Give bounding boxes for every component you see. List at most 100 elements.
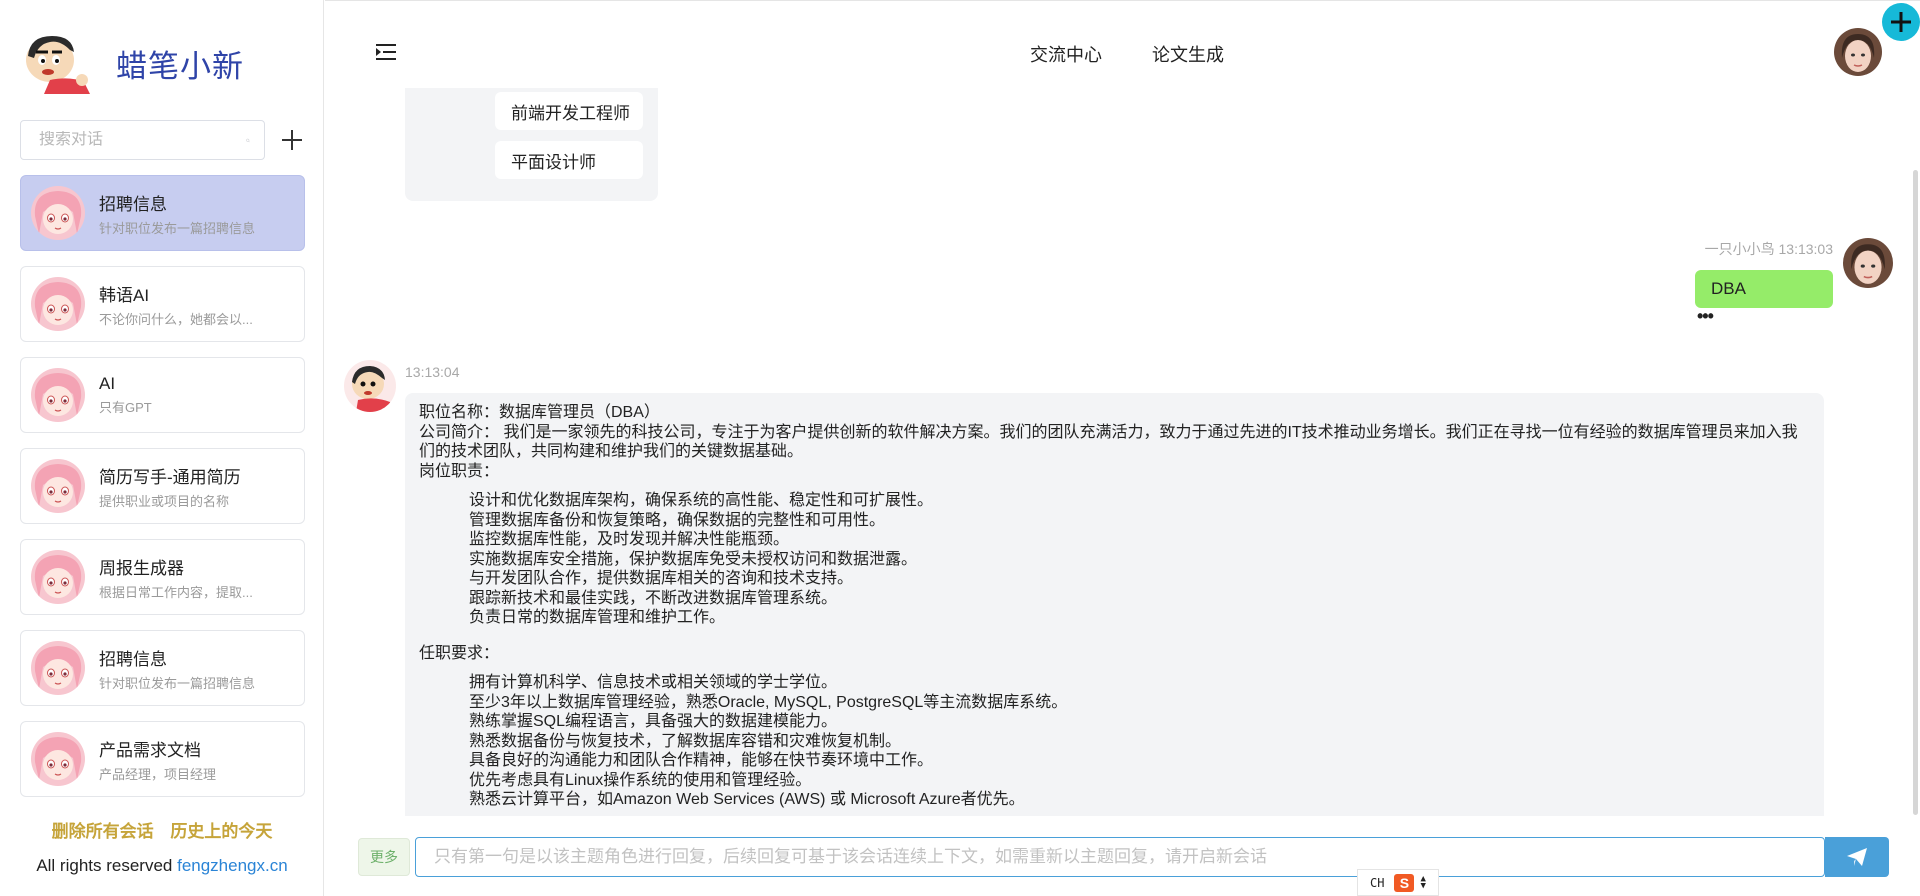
floating-add-button[interactable] [1882, 3, 1920, 41]
user-message-meta: 一只小小鸟 13:13:03 [1705, 239, 1833, 259]
requirement-item: 至少3年以上数据库管理经验，熟悉Oracle, MySQL, PostgreSQ… [469, 693, 1068, 711]
chat-text: 周报生成器 根据日常工作内容，提取... [99, 554, 253, 601]
nav-paper-generation[interactable]: 论文生成 [1152, 41, 1224, 67]
header: 交流中心 论文生成 [325, 0, 1920, 88]
plus-icon [282, 130, 302, 150]
brand-name: 蜡笔小新 [116, 48, 244, 84]
duties-list: 设计和优化数据库架构，确保系统的高性能、稳定性和可扩展性。 管理数据库备份和恢复策… [419, 491, 1810, 628]
requirement-item: 拥有计算机科学、信息技术或相关领域的学士学位。 [469, 674, 838, 691]
ime-arrows-icon[interactable]: ▲ ▼ [1420, 874, 1425, 890]
chat-area: 前端开发工程师 平面设计师 一只小小鸟 13:13:03 DBA ••• 13:… [325, 88, 1915, 816]
requirement-item: 优先考虑具有Linux操作系统的使用和管理经验。 [469, 771, 812, 789]
chat-list-item[interactable]: 简历写手-通用简历 提供职业或项目的名称 [20, 448, 305, 524]
paper-plane-icon [1847, 848, 1867, 866]
message-input[interactable] [415, 837, 1825, 877]
option-suggestions: 前端开发工程师 平面设计师 [405, 88, 658, 201]
brand[interactable]: 蜡笔小新 [20, 28, 244, 98]
user-avatar-image [1843, 238, 1893, 288]
chat-text: AI 只有GPT [99, 374, 152, 416]
plus-circle-icon [1891, 12, 1911, 32]
chat-subtitle: 针对职位发布一篇招聘信息 [99, 675, 256, 691]
chat-list: 招聘信息 针对职位发布一篇招聘信息 韩语AI 不论你问什么，她都会以... AI… [20, 175, 305, 812]
chat-title: AI [99, 374, 116, 393]
chat-avatar [31, 186, 85, 240]
user-message-time: 13:13:03 [1778, 241, 1834, 257]
duty-item: 管理数据库备份和恢复策略，确保数据的完整性和可用性。 [469, 511, 886, 529]
ime-toolbar: CH S ▲ ▼ [1357, 869, 1439, 896]
send-button[interactable] [1825, 837, 1889, 877]
chat-subtitle: 产品经理，项目经理 [99, 766, 217, 782]
chat-avatar [31, 550, 85, 604]
bot-message-time: 13:13:04 [405, 364, 460, 380]
nav-communication-center[interactable]: 交流中心 [1030, 41, 1102, 67]
chat-list-item[interactable]: 招聘信息 针对职位发布一篇招聘信息 [20, 630, 305, 706]
chat-title: 简历写手-通用简历 [99, 467, 241, 487]
chat-text: 招聘信息 针对职位发布一篇招聘信息 [99, 645, 255, 692]
bot-avatar [344, 360, 396, 412]
chat-title: 招聘信息 [99, 649, 167, 669]
copyright-link[interactable]: fengzhengx.cn [177, 856, 288, 875]
crayon-shinchan-avatar [344, 360, 396, 412]
position-title: 职位名称：数据库管理员（DBA） [419, 404, 660, 421]
chat-text: 简历写手-通用简历 提供职业或项目的名称 [99, 463, 241, 510]
chat-title: 产品需求文档 [99, 740, 201, 760]
sidebar-footer-links: 删除所有会话 历史上的今天 [0, 817, 324, 842]
search-box[interactable] [20, 120, 265, 160]
chat-title: 招聘信息 [99, 194, 167, 214]
duty-item: 与开发团队合作，提供数据库相关的咨询和技术支持。 [469, 570, 854, 587]
chat-avatar [31, 459, 85, 513]
option-graphic-designer[interactable]: 平面设计师 [495, 141, 643, 179]
chat-text: 招聘信息 针对职位发布一篇招聘信息 [99, 190, 255, 237]
top-nav: 交流中心 论文生成 [1030, 41, 1274, 67]
delete-all-chats-link[interactable]: 删除所有会话 [52, 822, 154, 841]
more-button[interactable]: 更多 [358, 838, 410, 876]
chat-avatar [31, 641, 85, 695]
chat-subtitle: 提供职业或项目的名称 [99, 493, 230, 509]
chat-subtitle: 不论你问什么，她都会以... [99, 311, 253, 327]
company-intro: 公司简介： 我们是一家领先的科技公司，专注于为客户提供创新的软件解决方案。我们的… [419, 423, 1798, 461]
chat-list-item[interactable]: 产品需求文档 产品经理，项目经理 [20, 721, 305, 797]
chat-text: 产品需求文档 产品经理，项目经理 [99, 736, 216, 783]
duty-item: 设计和优化数据库架构，确保系统的高性能、稳定性和可扩展性。 [469, 492, 934, 509]
requirement-item: 具备良好的沟通能力和团队合作精神，能够在快节奏环境中工作。 [469, 752, 934, 769]
duty-item: 实施数据库安全措施，保护数据库免受未授权访问和数据泄露。 [469, 550, 918, 568]
chat-list-item[interactable]: 韩语AI 不论你问什么，她都会以... [20, 266, 305, 342]
input-bar: 更多 [325, 816, 1920, 896]
requirements-list: 拥有计算机科学、信息技术或相关领域的学士学位。至少3年以上数据库管理经验，熟悉O… [419, 673, 1810, 810]
chat-list-item[interactable]: 招聘信息 针对职位发布一篇招聘信息 [20, 175, 305, 251]
message-more-button[interactable]: ••• [1697, 306, 1714, 327]
duty-item: 负责日常的数据库管理和维护工作。 [469, 609, 726, 626]
chat-title: 韩语AI [99, 285, 150, 305]
chat-subtitle: 根据日常工作内容，提取... [99, 584, 253, 600]
chat-list-item[interactable]: AI 只有GPT [20, 357, 305, 433]
ime-logo-icon[interactable]: S [1394, 873, 1415, 892]
search-input[interactable] [39, 131, 246, 149]
duties-label: 岗位职责： [419, 462, 500, 480]
duty-item: 监控数据库性能，及时发现并解决性能瓶颈。 [469, 531, 790, 548]
requirement-item: 熟练掌握SQL编程语言，具备强大的数据建模能力。 [469, 713, 838, 730]
option-frontend-engineer[interactable]: 前端开发工程师 [495, 92, 643, 130]
bot-message-bubble: 职位名称：数据库管理员（DBA） 公司简介： 我们是一家领先的科技公司，专注于为… [405, 393, 1824, 816]
copyright: All rights reserved fengzhengx.cn [0, 856, 324, 876]
add-chat-button[interactable] [279, 125, 305, 155]
requirements-label: 任职要求： [419, 644, 500, 662]
menu-fold-icon[interactable] [375, 42, 397, 62]
duty-item: 跟踪新技术和最佳实践，不断改进数据库管理系统。 [469, 589, 838, 607]
chat-avatar [31, 368, 85, 422]
user-message-bubble: DBA [1695, 270, 1833, 308]
chat-subtitle: 针对职位发布一篇招聘信息 [99, 220, 256, 236]
chat-avatar [31, 277, 85, 331]
requirement-item: 熟悉云计算平台，如Amazon Web Services (AWS) 或 Mic… [469, 791, 1025, 808]
user-avatar[interactable] [1834, 28, 1882, 76]
chat-scrollbar-thumb[interactable] [1913, 170, 1918, 815]
crayon-shinchan-logo [26, 36, 90, 94]
chat-avatar [31, 732, 85, 786]
chat-list-item[interactable]: 周报生成器 根据日常工作内容，提取... [20, 539, 305, 615]
ime-mode[interactable]: CH [1370, 876, 1384, 890]
chat-title: 周报生成器 [99, 558, 184, 578]
requirement-item: 熟悉数据备份与恢复技术，了解数据库容错和灾难恢复机制。 [469, 732, 902, 750]
chat-text: 韩语AI 不论你问什么，她都会以... [99, 281, 253, 328]
copyright-text: All rights reserved [36, 856, 178, 875]
search-icon[interactable] [246, 132, 250, 149]
today-in-history-link[interactable]: 历史上的今天 [170, 822, 272, 841]
